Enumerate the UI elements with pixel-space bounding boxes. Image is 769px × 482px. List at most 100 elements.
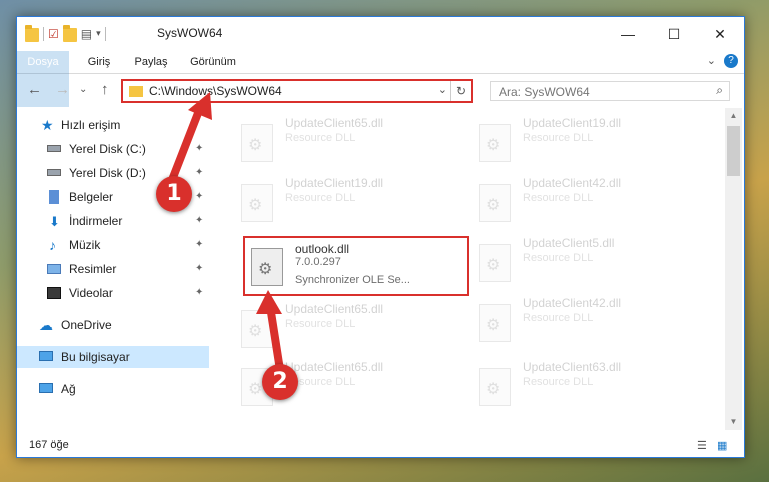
status-bar: 167 öğe ☰ ▦ — [17, 436, 744, 456]
drive-icon — [47, 145, 61, 152]
scroll-thumb[interactable] — [727, 126, 740, 176]
download-icon: ⬇ — [49, 214, 60, 229]
sidebar-item-network[interactable]: Ağ — [17, 378, 209, 400]
sidebar-item-label: Videolar — [69, 286, 113, 300]
file-item[interactable]: UpdateClient5.dll Resource DLL — [473, 234, 693, 290]
maximize-button[interactable]: ☐ — [651, 17, 697, 51]
file-name: UpdateClient65.dll — [285, 116, 384, 130]
file-name: UpdateClient65.dll — [285, 360, 384, 374]
minimize-button[interactable]: — — [605, 17, 651, 51]
address-dropdown-button[interactable]: ⌄ — [438, 83, 447, 96]
pin-icon[interactable]: ✦ — [195, 138, 203, 160]
chevron-down-icon[interactable]: ▾ — [96, 28, 101, 39]
up-button[interactable]: ↑ — [101, 81, 109, 98]
file-item[interactable]: UpdateClient63.dll Resource DLL — [473, 358, 693, 414]
callout-badge-2: 2 — [262, 364, 298, 400]
properties-icon[interactable]: ☑ — [48, 27, 59, 41]
pin-icon[interactable]: ✦ — [195, 162, 203, 184]
file-name: outlook.dll — [295, 242, 350, 256]
quick-access-toolbar: ☑ ▤ ▾ — [25, 25, 106, 42]
file-description: Synchronizer OLE Se... — [295, 274, 410, 286]
file-description: Resource DLL — [523, 132, 594, 144]
sidebar-item-onedrive[interactable]: ☁ OneDrive — [17, 314, 209, 336]
tab-home[interactable]: Giriş — [79, 51, 119, 73]
video-icon — [47, 287, 61, 299]
file-name: UpdateClient5.dll — [523, 236, 615, 250]
address-path[interactable]: C:\Windows\SysWOW64 — [149, 84, 282, 98]
search-input[interactable] — [497, 84, 701, 100]
cloud-icon: ☁ — [39, 317, 53, 333]
scroll-up-button[interactable]: ▲ — [725, 108, 742, 124]
large-icons-view-icon[interactable]: ▦ — [717, 439, 727, 452]
pin-icon[interactable]: ✦ — [195, 258, 203, 280]
file-description: Resource DLL — [285, 192, 356, 204]
sidebar-item-pictures[interactable]: Resimler ✦ — [17, 258, 209, 280]
navigation-bar: ← → ⌄ ↑ C:\Windows\SysWOW64 ⌄ ↻ ⌕ — [17, 74, 744, 108]
dll-file-icon — [241, 124, 273, 162]
details-view-icon[interactable]: ☰ — [697, 439, 707, 452]
sidebar-item-this-pc[interactable]: Bu bilgisayar — [17, 346, 209, 368]
file-name: UpdateClient19.dll — [523, 116, 622, 130]
sidebar-item-quick-access[interactable]: ★ Hızlı erişim — [17, 114, 209, 136]
pin-icon[interactable]: ✦ — [195, 186, 203, 208]
view-icon[interactable]: ▤ — [81, 27, 92, 41]
sidebar-item-label: Bu bilgisayar — [61, 350, 130, 364]
sidebar-item-label: Ağ — [61, 382, 76, 396]
sidebar-item-label: Resimler — [69, 262, 117, 276]
pin-icon[interactable]: ✦ — [195, 282, 203, 304]
expand-ribbon-button[interactable]: ⌄ — [707, 54, 716, 68]
explorer-window: ☑ ▤ ▾ SysWOW64 — ☐ ✕ Dosya Giriş Paylaş … — [16, 16, 745, 458]
file-name: UpdateClient65.dll — [285, 302, 384, 316]
file-list: UpdateClient65.dll Resource DLL UpdateCl… — [225, 108, 725, 430]
navigation-pane: ★ Hızlı erişim Yerel Disk (C:) ✦ Yerel D… — [17, 108, 209, 430]
file-description: Resource DLL — [523, 312, 594, 324]
pin-icon[interactable]: ✦ — [195, 210, 203, 232]
file-item[interactable]: UpdateClient19.dll Resource DLL — [473, 114, 693, 170]
file-item-outlook-dll[interactable]: outlook.dll 7.0.0.297 Synchronizer OLE S… — [243, 236, 469, 296]
sidebar-item-videos[interactable]: Videolar ✦ — [17, 282, 209, 304]
file-name: UpdateClient42.dll — [523, 296, 622, 310]
refresh-button[interactable]: ↻ — [450, 81, 471, 101]
file-item[interactable]: UpdateClient19.dll Resource DLL — [235, 174, 455, 230]
back-button[interactable]: ← — [27, 81, 42, 98]
scroll-down-button[interactable]: ▼ — [725, 414, 742, 430]
folder-icon — [25, 25, 39, 42]
search-box[interactable]: ⌕ — [490, 81, 730, 101]
sidebar-item-label: Müzik — [69, 238, 101, 252]
sidebar-item-label: Yerel Disk (C:) — [69, 142, 146, 156]
file-description: Resource DLL — [523, 376, 594, 388]
file-version: 7.0.0.297 — [295, 256, 341, 268]
address-bar[interactable]: C:\Windows\SysWOW64 ⌄ ↻ — [121, 79, 473, 103]
vertical-scrollbar[interactable]: ▲ ▼ — [725, 108, 742, 430]
sidebar-item-label: İndirmeler — [69, 214, 123, 228]
sidebar-item-music[interactable]: ♪ Müzik ✦ — [17, 234, 209, 256]
file-description: Resource DLL — [523, 252, 594, 264]
file-item[interactable]: UpdateClient42.dll Resource DLL — [473, 174, 693, 230]
help-icon[interactable]: ? — [724, 54, 738, 68]
sidebar-item-downloads[interactable]: ⬇ İndirmeler ✦ — [17, 210, 209, 232]
title-bar: ☑ ▤ ▾ SysWOW64 — ☐ ✕ — [17, 17, 744, 51]
divider — [104, 26, 106, 41]
drive-icon — [47, 169, 61, 176]
search-icon[interactable]: ⌕ — [716, 83, 723, 98]
pin-icon[interactable]: ✦ — [195, 234, 203, 256]
dll-file-icon — [479, 184, 511, 222]
recent-locations-button[interactable]: ⌄ — [79, 84, 87, 95]
file-name: UpdateClient63.dll — [523, 360, 622, 374]
dll-file-icon — [479, 368, 511, 406]
sidebar-item-drive-c[interactable]: Yerel Disk (C:) ✦ — [17, 138, 209, 160]
forward-button[interactable]: → — [55, 81, 70, 98]
tab-view[interactable]: Görünüm — [185, 51, 241, 73]
file-item[interactable]: UpdateClient42.dll Resource DLL — [473, 294, 693, 350]
file-item[interactable]: UpdateClient65.dll Resource DLL — [235, 300, 455, 356]
file-name: UpdateClient19.dll — [285, 176, 384, 190]
new-folder-icon[interactable] — [62, 25, 77, 42]
document-icon — [49, 190, 59, 204]
file-description: Resource DLL — [285, 318, 356, 330]
sidebar-item-label: Yerel Disk (D:) — [69, 166, 146, 180]
tab-share[interactable]: Paylaş — [129, 51, 173, 73]
sidebar-item-label: Hızlı erişim — [61, 118, 121, 132]
close-button[interactable]: ✕ — [697, 17, 743, 51]
folder-icon — [129, 86, 143, 97]
file-item[interactable]: UpdateClient65.dll Resource DLL — [235, 114, 455, 170]
